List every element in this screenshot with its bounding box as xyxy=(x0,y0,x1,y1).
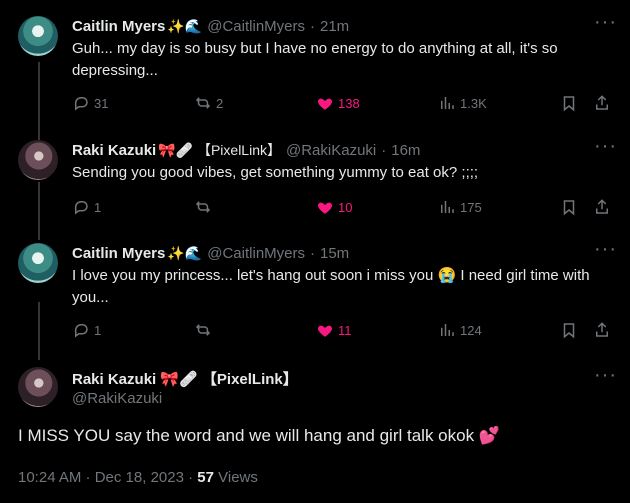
views-button[interactable]: 175 xyxy=(438,198,482,216)
reply-count: 1 xyxy=(94,322,102,338)
tweet-text: Guh... my day is so busy but I have no e… xyxy=(72,40,558,79)
like-button[interactable]: 138 xyxy=(316,94,360,112)
name-badges: ✨🌊 xyxy=(167,244,203,261)
name-badges: 🎀🩹 【PixelLink】 xyxy=(160,371,298,388)
views-count: 1.3K xyxy=(460,95,487,111)
name-badges: ✨🌊 xyxy=(167,17,203,34)
main-author-name[interactable]: Raki Kazuki xyxy=(72,371,156,388)
reply-button[interactable]: 31 xyxy=(72,94,108,112)
author-name[interactable]: Caitlin Myers xyxy=(72,245,165,262)
views-count: 124 xyxy=(460,322,482,338)
like-count: 10 xyxy=(338,199,353,215)
more-icon[interactable]: ··· xyxy=(594,12,616,34)
tweet-actions: 31 2 138 1.3K xyxy=(72,94,612,116)
tweet-footer: 10:24 AM · Dec 18, 2023 · 57 Views xyxy=(18,469,258,486)
views-button[interactable]: 1.3K xyxy=(438,94,487,112)
views-count: 57 xyxy=(197,469,214,486)
repost-icon xyxy=(195,324,211,336)
author-handle[interactable]: @CaitlinMyers xyxy=(207,245,305,262)
separator: · xyxy=(310,17,315,35)
views-count: 175 xyxy=(460,199,482,215)
repost-button[interactable] xyxy=(194,198,216,216)
author-name[interactable]: Raki Kazuki xyxy=(72,142,156,159)
author-handle[interactable]: @CaitlinMyers xyxy=(207,18,305,35)
reply-icon xyxy=(74,324,88,338)
reply-icon xyxy=(74,201,88,215)
avatar[interactable] xyxy=(18,16,58,56)
share-icon[interactable] xyxy=(593,94,611,112)
reply-button[interactable]: 1 xyxy=(72,321,101,339)
share-icon[interactable] xyxy=(593,198,611,216)
bookmark-icon[interactable] xyxy=(560,321,578,339)
like-icon xyxy=(317,202,333,214)
views-label: Views xyxy=(218,469,258,486)
author-name[interactable]: Raki Kazuki 🎀🩹 【PixelLink】 xyxy=(72,368,298,389)
name-badges: 🎀🩹 【PixelLink】 xyxy=(158,142,281,158)
like-count: 11 xyxy=(338,322,352,338)
tweet-header: Caitlin Myers ✨🌊 @CaitlinMyers · 15m xyxy=(72,243,349,263)
separator: · xyxy=(381,141,387,159)
like-icon xyxy=(317,325,333,337)
reply-icon xyxy=(74,97,88,111)
tweet-actions: 1 11 124 xyxy=(72,321,612,343)
tweet[interactable]: Caitlin Myers ✨🌊 @CaitlinMyers · 15m ···… xyxy=(0,239,630,349)
bookmark-icon[interactable] xyxy=(560,94,578,112)
tweet-text: I love you my princess... let's hang out… xyxy=(72,267,590,306)
reply-count: 1 xyxy=(94,199,102,215)
like-button[interactable]: 10 xyxy=(316,198,352,216)
repost-count: 2 xyxy=(216,95,224,111)
views-icon xyxy=(441,324,454,336)
tweet-text: Sending you good vibes, get something yu… xyxy=(72,164,479,181)
author-name[interactable]: Caitlin Myers xyxy=(72,18,165,35)
author-handle[interactable]: @RakiKazuki xyxy=(286,142,376,159)
like-count: 138 xyxy=(338,95,360,111)
avatar[interactable] xyxy=(18,243,58,283)
share-icon[interactable] xyxy=(593,321,611,339)
separator: · xyxy=(310,244,315,262)
tweet[interactable]: Raki Kazuki 🎀🩹 【PixelLink】 @RakiKazuki ·… xyxy=(0,136,630,234)
views-icon xyxy=(441,97,454,109)
views-button[interactable]: 124 xyxy=(438,321,482,339)
more-icon[interactable]: ··· xyxy=(594,365,616,387)
reply-button[interactable]: 1 xyxy=(72,198,101,216)
repost-icon xyxy=(195,97,211,109)
tweet-header: Caitlin Myers ✨🌊 @CaitlinMyers · 21m xyxy=(72,16,349,36)
more-icon[interactable]: ··· xyxy=(594,136,616,158)
avatar[interactable] xyxy=(18,367,58,407)
tweet-text: I MISS YOU say the word and we will hang… xyxy=(18,426,500,445)
tweet-header: Raki Kazuki 🎀🩹 【PixelLink】 @RakiKazuki ·… xyxy=(72,140,420,160)
reply-count: 31 xyxy=(94,95,109,111)
more-icon[interactable]: ··· xyxy=(594,239,616,261)
bookmark-icon[interactable] xyxy=(560,198,578,216)
tweet-time[interactable]: 16m xyxy=(391,142,420,159)
tweet-actions: 1 10 175 xyxy=(72,198,612,220)
tweet-time[interactable]: 21m xyxy=(320,18,349,35)
avatar[interactable] xyxy=(18,140,58,180)
tweet-time[interactable]: 15m xyxy=(320,245,349,262)
tweet[interactable]: Caitlin Myers ✨🌊 @CaitlinMyers · 21m ···… xyxy=(0,12,630,126)
repost-button[interactable] xyxy=(194,321,216,339)
author-handle[interactable]: @RakiKazuki xyxy=(72,390,162,407)
repost-button[interactable]: 2 xyxy=(194,94,223,112)
like-icon xyxy=(317,98,333,110)
tweet-timestamp[interactable]: 10:24 AM · Dec 18, 2023 · xyxy=(18,469,193,486)
like-button[interactable]: 11 xyxy=(316,321,352,339)
repost-icon xyxy=(195,201,211,213)
views-icon xyxy=(441,201,454,213)
